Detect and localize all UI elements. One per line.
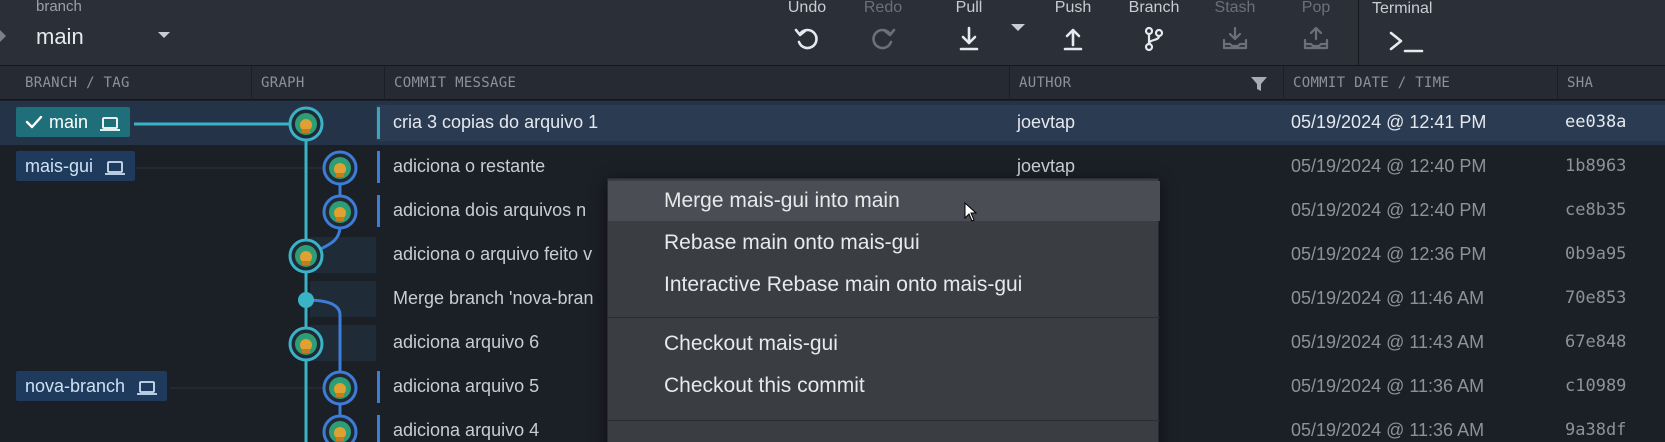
column-author[interactable]: AUTHOR: [1009, 66, 1283, 100]
stash-label: Stash: [1214, 0, 1256, 16]
commit-message: adiciona arquivo 4: [393, 420, 540, 440]
commit-author: joevtap: [1017, 156, 1076, 176]
commit-avatar-node[interactable]: [288, 326, 324, 362]
commit-sha: ee038a: [1565, 112, 1627, 132]
pull-button[interactable]: Pull: [934, 0, 1004, 66]
commit-message: adiciona arquivo 6: [393, 332, 540, 352]
commit-date: 05/19/2024 @ 12:40 PM: [1291, 200, 1487, 220]
download-arrow-icon: [959, 26, 979, 51]
commit-sha: 9a38df: [1565, 420, 1627, 440]
redo-button[interactable]: Redo: [848, 0, 918, 66]
commit-sha: ce8b35: [1565, 200, 1627, 220]
chevron-down-icon: [158, 32, 170, 38]
pull-options-chevron-icon[interactable]: [1011, 24, 1025, 31]
pop-button[interactable]: Pop: [1281, 0, 1351, 66]
menu-checkout-commit[interactable]: Checkout this commit: [608, 366, 1160, 406]
commit-avatar-node[interactable]: [322, 150, 358, 186]
toolbar-divider: [1358, 0, 1359, 66]
column-graph[interactable]: GRAPH: [251, 66, 384, 100]
toolbar: branch main Undo Redo Pull Push Branch S…: [0, 0, 1665, 66]
column-commit-date[interactable]: COMMIT DATE / TIME: [1283, 66, 1557, 100]
menu-checkout-branch[interactable]: Checkout mais-gui: [608, 324, 1160, 364]
menu-divider: [608, 317, 1160, 318]
commit-message: cria 3 copias do arquivo 1: [393, 112, 599, 132]
commit-date: 05/19/2024 @ 12:36 PM: [1291, 244, 1487, 264]
branch-icon: [1144, 26, 1164, 52]
commit-message: Merge branch 'nova-bran: [393, 288, 594, 308]
stash-button[interactable]: Stash: [1200, 0, 1270, 66]
pop-label: Pop: [1301, 0, 1331, 16]
commit-author: joevtap: [1017, 112, 1076, 132]
commit-date: 05/19/2024 @ 12:41 PM: [1291, 112, 1487, 132]
pop-tray-icon: [1303, 26, 1329, 50]
menu-divider: [608, 420, 1160, 421]
push-button[interactable]: Push: [1038, 0, 1108, 66]
branch-selector[interactable]: branch main: [36, 0, 176, 66]
commit-message: adiciona arquivo 5: [393, 376, 540, 396]
commit-date: 05/19/2024 @ 11:36 AM: [1291, 420, 1485, 440]
terminal-button[interactable]: Terminal: [1372, 0, 1462, 66]
mouse-pointer-icon: [964, 202, 978, 222]
redo-label: Redo: [863, 0, 903, 16]
column-branch-tag[interactable]: BRANCH / TAG: [16, 66, 251, 100]
current-branch-name: main: [36, 24, 84, 49]
push-label: Push: [1054, 0, 1092, 16]
column-header-row: BRANCH / TAG GRAPH COMMIT MESSAGE AUTHOR…: [0, 66, 1665, 100]
commit-sha: 0b9a95: [1565, 244, 1627, 264]
upload-arrow-icon: [1063, 28, 1083, 51]
menu-interactive-rebase[interactable]: Interactive Rebase main onto mais-gui: [608, 265, 1160, 305]
merge-commit-node[interactable]: [298, 292, 314, 308]
commit-avatar-node[interactable]: [288, 238, 324, 274]
redo-icon: [872, 28, 896, 50]
commit-message: adiciona o arquivo feito v: [393, 244, 593, 264]
commit-message: adiciona dois arquivos n: [393, 200, 587, 220]
pull-label: Pull: [955, 0, 983, 16]
stash-tray-icon: [1222, 26, 1248, 50]
commit-date: 05/19/2024 @ 11:36 AM: [1291, 376, 1485, 396]
commit-date: 05/19/2024 @ 11:43 AM: [1291, 332, 1485, 352]
commit-avatar-node[interactable]: [322, 414, 358, 442]
commit-date: 05/19/2024 @ 11:46 AM: [1291, 288, 1485, 308]
column-commit-message[interactable]: COMMIT MESSAGE: [384, 66, 1009, 100]
column-sha[interactable]: SHA: [1557, 66, 1665, 100]
filter-funnel-icon[interactable]: [1250, 75, 1268, 93]
commit-sha: 70e853: [1565, 288, 1627, 308]
undo-label: Undo: [787, 0, 827, 16]
menu-merge-into-main[interactable]: Merge mais-gui into main: [608, 181, 1160, 221]
branch-label: Branch: [1128, 0, 1180, 16]
commit-sha: 1b8963: [1565, 156, 1627, 176]
commit-message: adiciona o restante: [393, 156, 546, 176]
terminal-prompt-icon: [1389, 31, 1424, 53]
branch-context-menu: Merge mais-gui into main Rebase main ont…: [607, 178, 1160, 442]
commit-avatar-node[interactable]: [322, 370, 358, 406]
collapse-chevron-icon[interactable]: [0, 30, 8, 42]
branch-button[interactable]: Branch: [1119, 0, 1189, 66]
undo-icon: [794, 28, 818, 50]
commit-avatar-node[interactable]: [288, 106, 324, 142]
undo-button[interactable]: Undo: [772, 0, 842, 66]
terminal-label: Terminal: [1372, 0, 1433, 17]
menu-rebase-onto[interactable]: Rebase main onto mais-gui: [608, 223, 1160, 263]
commit-sha: c10989: [1565, 376, 1627, 396]
branch-caption: branch: [36, 0, 82, 15]
commit-graph: [134, 106, 358, 442]
commit-date: 05/19/2024 @ 12:40 PM: [1291, 156, 1487, 176]
commit-avatar-node[interactable]: [322, 194, 358, 230]
commit-sha: 67e848: [1565, 332, 1627, 352]
git-client-window: branch main Undo Redo Pull Push Branch S…: [0, 0, 1665, 442]
